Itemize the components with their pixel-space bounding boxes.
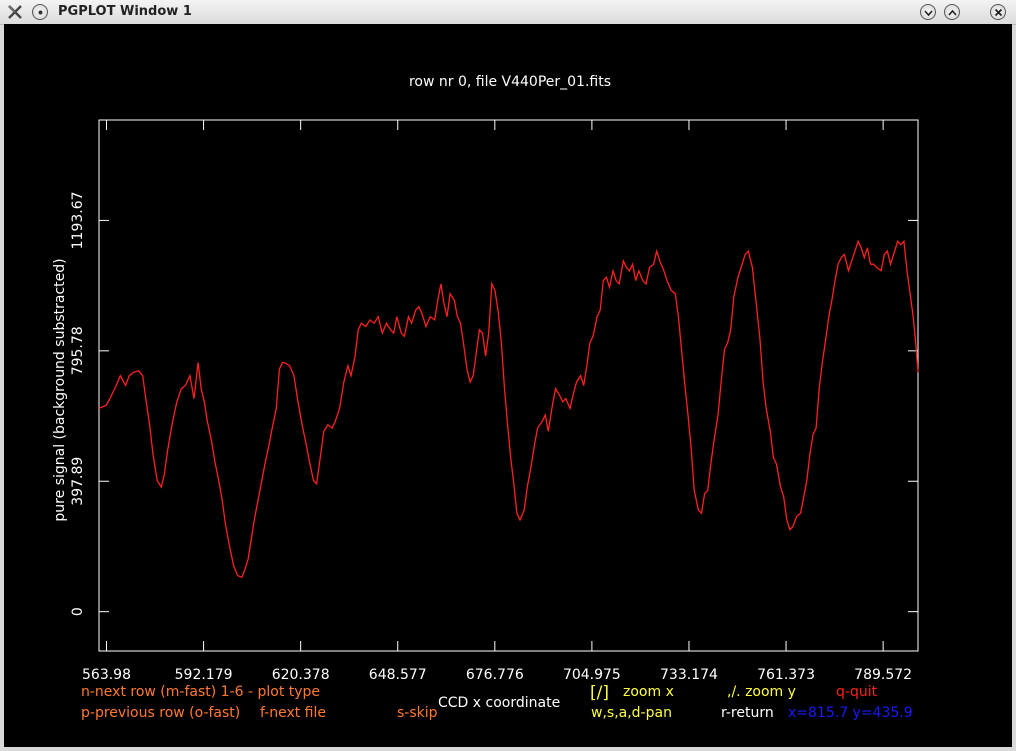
x-axis-label: CCD x coordinate <box>438 695 560 711</box>
x-tick-label: 648.577 <box>369 667 427 683</box>
y-axis-label: pure signal (background substracted) <box>52 258 68 521</box>
x-tick-label: 789.572 <box>854 667 912 683</box>
y-tick-label: 1193.67 <box>70 191 86 249</box>
x-tick-label: 620.378 <box>272 667 330 683</box>
help-next-row: n-next row (m-fast) 1-6 - plot type <box>81 684 320 700</box>
x-tick-label: 676.776 <box>466 667 524 683</box>
pgplot-canvas[interactable]: row nr 0, file V440Per_01.fits 563.98 592… <box>4 24 1012 747</box>
y-tick-labels: 0 397.89 795.78 1193.67 <box>70 191 86 616</box>
x-icon[interactable] <box>6 3 24 21</box>
help-zoom-y: ,/. zoom y <box>727 684 796 700</box>
menu-icon[interactable] <box>32 4 48 20</box>
minimize-icon[interactable] <box>920 4 936 20</box>
x-tick-label: 733.174 <box>660 667 718 683</box>
maximize-icon[interactable] <box>944 4 960 20</box>
help-return: r-return <box>721 705 774 721</box>
cursor-coordinates: x=815.7 y=435.9 <box>788 705 913 721</box>
plot-frame <box>98 119 919 652</box>
window-titlebar[interactable]: PGPLOT Window 1 <box>0 0 1016 25</box>
help-zoom-x: zoom x <box>623 684 674 700</box>
plot-svg: row nr 0, file V440Per_01.fits 563.98 592… <box>52 74 919 721</box>
y-tick-label: 0 <box>70 607 86 616</box>
x-tick-label: 704.975 <box>563 667 621 683</box>
x-tick-label: 761.373 <box>757 667 815 683</box>
y-tick-label: 795.78 <box>70 326 86 375</box>
help-pan: w,s,a,d-pan <box>591 705 672 721</box>
y-tick-label: 397.89 <box>70 457 86 506</box>
axis-ticks <box>99 120 918 651</box>
close-icon[interactable] <box>990 4 1006 20</box>
window-title: PGPLOT Window 1 <box>58 4 192 19</box>
help-previous-row: p-previous row (o-fast) <box>81 705 240 721</box>
x-tick-label: 592.179 <box>175 667 233 683</box>
x-tick-label: 563.98 <box>82 667 131 683</box>
x-tick-labels: 563.98 592.179 620.378 648.577 676.776 704.97… <box>82 667 912 683</box>
help-quit: q-quit <box>836 684 878 700</box>
plot-title: row nr 0, file V440Per_01.fits <box>409 74 611 90</box>
help-skip: s-skip <box>397 705 438 721</box>
help-zoom-x-key: [/] <box>590 683 609 703</box>
help-next-file: f-next file <box>260 705 326 721</box>
signal-curve <box>98 239 919 579</box>
